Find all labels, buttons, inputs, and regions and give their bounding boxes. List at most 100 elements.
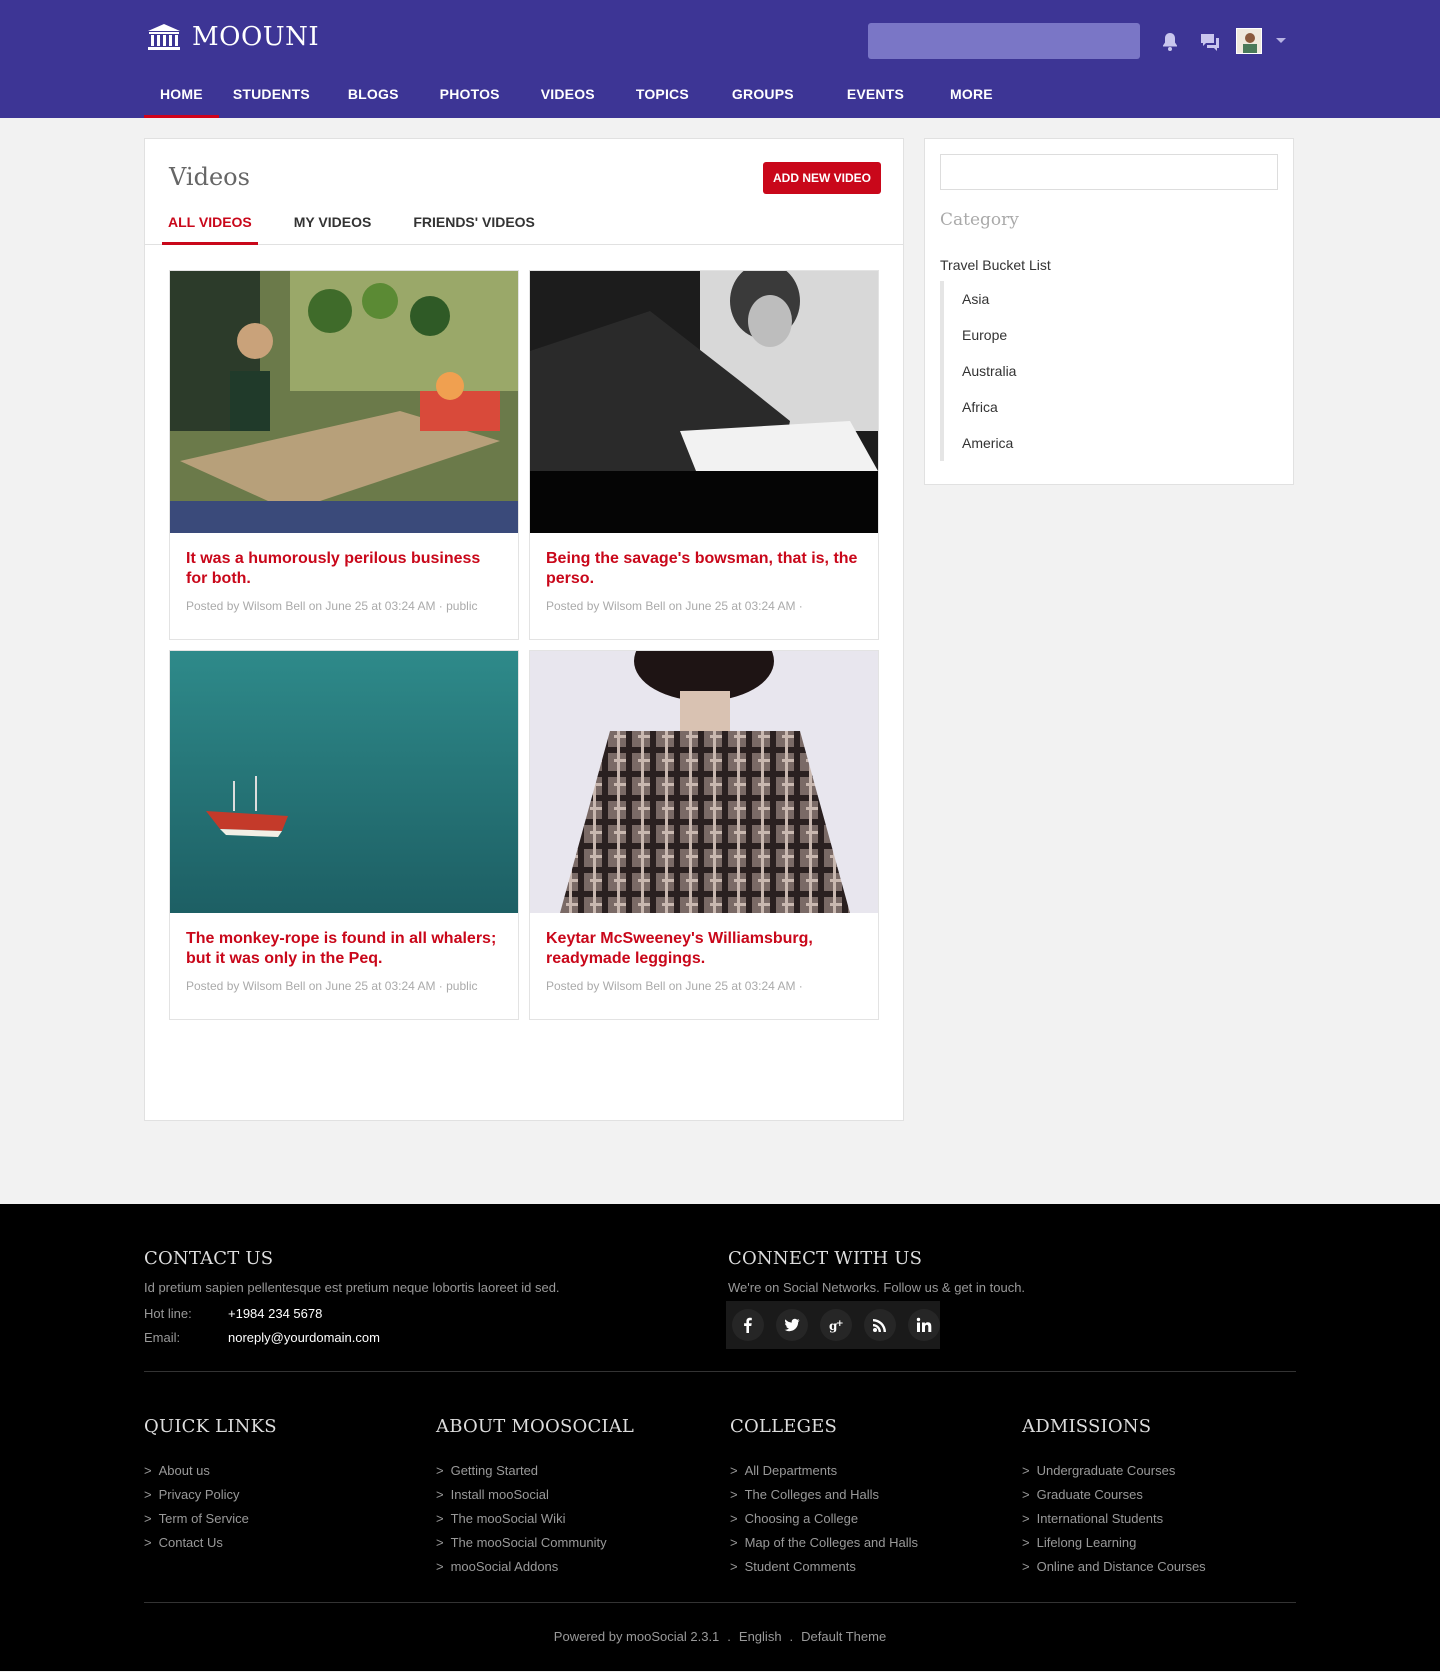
colleges-heading: COLLEGES: [730, 1416, 838, 1437]
nav-videos[interactable]: VIDEOS: [525, 74, 620, 118]
category-title: Category: [940, 210, 1019, 230]
footer-link[interactable]: Map of the Colleges and Halls: [730, 1531, 918, 1555]
video-card[interactable]: Keytar McSweeney's Williamsburg, readyma…: [529, 650, 879, 1020]
footer-link[interactable]: Student Comments: [730, 1555, 918, 1579]
user-menu-caret-icon[interactable]: [1276, 38, 1286, 43]
contact-us-heading: CONTACT US: [144, 1248, 274, 1269]
nav-events[interactable]: EVENTS: [831, 74, 934, 118]
tab-friends-videos[interactable]: FRIENDS' VIDEOS: [407, 203, 541, 244]
video-title[interactable]: Keytar McSweeney's Williamsburg, readyma…: [546, 929, 862, 969]
notification-bell-icon[interactable]: [1158, 30, 1182, 54]
footer-link[interactable]: The Colleges and Halls: [730, 1483, 918, 1507]
social-links: g +: [726, 1301, 940, 1349]
video-tabs: ALL VIDEOS MY VIDEOS FRIENDS' VIDEOS: [145, 203, 903, 245]
video-thumbnail[interactable]: [530, 651, 878, 913]
about-heading: ABOUT MOOSOCIAL: [436, 1416, 635, 1437]
avatar-image: [1237, 29, 1261, 53]
video-card[interactable]: The monkey-rope is found in all whalers;…: [169, 650, 519, 1020]
footer-col-about: ABOUT MOOSOCIAL Getting Started Install …: [436, 1416, 634, 1579]
footer-link[interactable]: Contact Us: [144, 1531, 277, 1555]
video-meta: Posted by Wilsom Bell on June 25 at 03:2…: [546, 979, 803, 993]
video-meta: Posted by Wilsom Bell on June 25 at 03:2…: [186, 599, 478, 613]
footer-col-admissions: ADMISSIONS Undergraduate Courses Graduat…: [1022, 1416, 1206, 1579]
footer-link[interactable]: The mooSocial Wiki: [436, 1507, 634, 1531]
email-label: Email:: [144, 1330, 181, 1345]
footer-divider: [144, 1371, 1296, 1372]
video-title[interactable]: It was a humorously perilous business fo…: [186, 549, 502, 589]
nav-groups[interactable]: GROUPS: [716, 74, 831, 118]
category-item-africa[interactable]: Africa: [962, 395, 1016, 431]
footer-col-colleges: COLLEGES All Departments The Colleges an…: [730, 1416, 918, 1579]
footer-link[interactable]: Privacy Policy: [144, 1483, 277, 1507]
category-item-asia[interactable]: Asia: [962, 287, 1016, 323]
category-travel-bucket-list[interactable]: Travel Bucket List: [940, 257, 1051, 273]
tab-my-videos[interactable]: MY VIDEOS: [288, 203, 378, 244]
nav-more[interactable]: MORE: [934, 74, 1009, 118]
google-plus-icon[interactable]: g +: [820, 1309, 852, 1341]
video-card[interactable]: Being the savage's bowsman, that is, the…: [529, 270, 879, 640]
nav-topics[interactable]: TOPICS: [620, 74, 716, 118]
video-meta: Posted by Wilsom Bell on June 25 at 03:2…: [186, 979, 478, 993]
tab-all-videos[interactable]: ALL VIDEOS: [162, 203, 258, 245]
category-item-australia[interactable]: Australia: [962, 359, 1016, 395]
site-footer: CONTACT US Id pretium sapien pellentesqu…: [0, 1204, 1440, 1671]
footer-link[interactable]: Term of Service: [144, 1507, 277, 1531]
nav-photos[interactable]: PHOTOS: [424, 74, 525, 118]
powered-by-text: Powered by mooSocial 2.3.1: [553, 1629, 720, 1644]
quick-links-heading: QUICK LINKS: [144, 1416, 277, 1437]
video-title[interactable]: Being the savage's bowsman, that is, the…: [546, 549, 862, 589]
footer-link[interactable]: Choosing a College: [730, 1507, 918, 1531]
footer-link[interactable]: Lifelong Learning: [1022, 1531, 1206, 1555]
connect-heading: CONNECT WITH US: [728, 1248, 923, 1269]
footer-col-quick-links: QUICK LINKS About us Privacy Policy Term…: [144, 1416, 277, 1555]
video-card[interactable]: It was a humorously perilous business fo…: [169, 270, 519, 640]
nav-blogs[interactable]: BLOGS: [332, 74, 424, 118]
facebook-icon[interactable]: [732, 1309, 764, 1341]
university-building-icon: [148, 24, 180, 50]
video-title[interactable]: The monkey-rope is found in all whalers;…: [186, 929, 502, 969]
nav-home[interactable]: HOME: [144, 74, 219, 118]
page-title: Videos: [169, 163, 250, 191]
category-list: Asia Europe Australia Africa America: [940, 281, 1016, 461]
footer-link[interactable]: Undergraduate Courses: [1022, 1459, 1206, 1483]
footer-divider: [144, 1602, 1296, 1603]
video-search-input[interactable]: [940, 154, 1278, 190]
footer-link[interactable]: About us: [144, 1459, 277, 1483]
theme-link[interactable]: Default Theme: [801, 1629, 886, 1644]
global-search-input[interactable]: [868, 23, 1140, 59]
site-logo[interactable]: MOOUNI: [146, 22, 319, 52]
messages-icon[interactable]: [1198, 30, 1222, 54]
footer-link[interactable]: mooSocial Addons: [436, 1555, 634, 1579]
nav-students[interactable]: STUDENTS: [217, 74, 332, 118]
footer-link[interactable]: The mooSocial Community: [436, 1531, 634, 1555]
rss-icon[interactable]: [864, 1309, 896, 1341]
language-link[interactable]: English: [739, 1629, 782, 1644]
footer-link[interactable]: All Departments: [730, 1459, 918, 1483]
category-sidebar: Category Travel Bucket List Asia Europe …: [924, 138, 1294, 485]
video-thumbnail[interactable]: [170, 651, 518, 913]
category-item-america[interactable]: America: [962, 431, 1016, 461]
add-new-video-button[interactable]: ADD NEW VIDEO: [762, 162, 881, 194]
footer-link[interactable]: Getting Started: [436, 1459, 634, 1483]
footer-link[interactable]: International Students: [1022, 1507, 1206, 1531]
main-nav: HOME STUDENTS BLOGS PHOTOS VIDEOS TOPICS…: [144, 74, 1009, 118]
admissions-heading: ADMISSIONS: [1022, 1416, 1152, 1437]
video-meta: Posted by Wilsom Bell on June 25 at 03:2…: [546, 599, 803, 613]
category-item-europe[interactable]: Europe: [962, 323, 1016, 359]
user-avatar[interactable]: [1236, 28, 1262, 54]
contact-us-text: Id pretium sapien pellentesque est preti…: [144, 1280, 560, 1295]
linkedin-icon[interactable]: [908, 1309, 940, 1341]
logo-text: MOOUNI: [192, 22, 320, 52]
footer-link[interactable]: Graduate Courses: [1022, 1483, 1206, 1507]
connect-text: We're on Social Networks. Follow us & ge…: [728, 1280, 1026, 1295]
footer-link[interactable]: Online and Distance Courses: [1022, 1555, 1206, 1579]
video-thumbnail[interactable]: [170, 271, 518, 533]
video-thumbnail[interactable]: [530, 271, 878, 533]
videos-panel: Videos ADD NEW VIDEO ALL VIDEOS MY VIDEO…: [144, 138, 904, 1121]
svg-text:+: +: [836, 1319, 844, 1329]
twitter-icon[interactable]: [776, 1309, 808, 1341]
email-value[interactable]: noreply@yourdomain.com: [228, 1330, 380, 1345]
hotline-label: Hot line:: [144, 1306, 192, 1321]
video-grid: It was a humorously perilous business fo…: [169, 270, 879, 1020]
footer-link[interactable]: Install mooSocial: [436, 1483, 634, 1507]
